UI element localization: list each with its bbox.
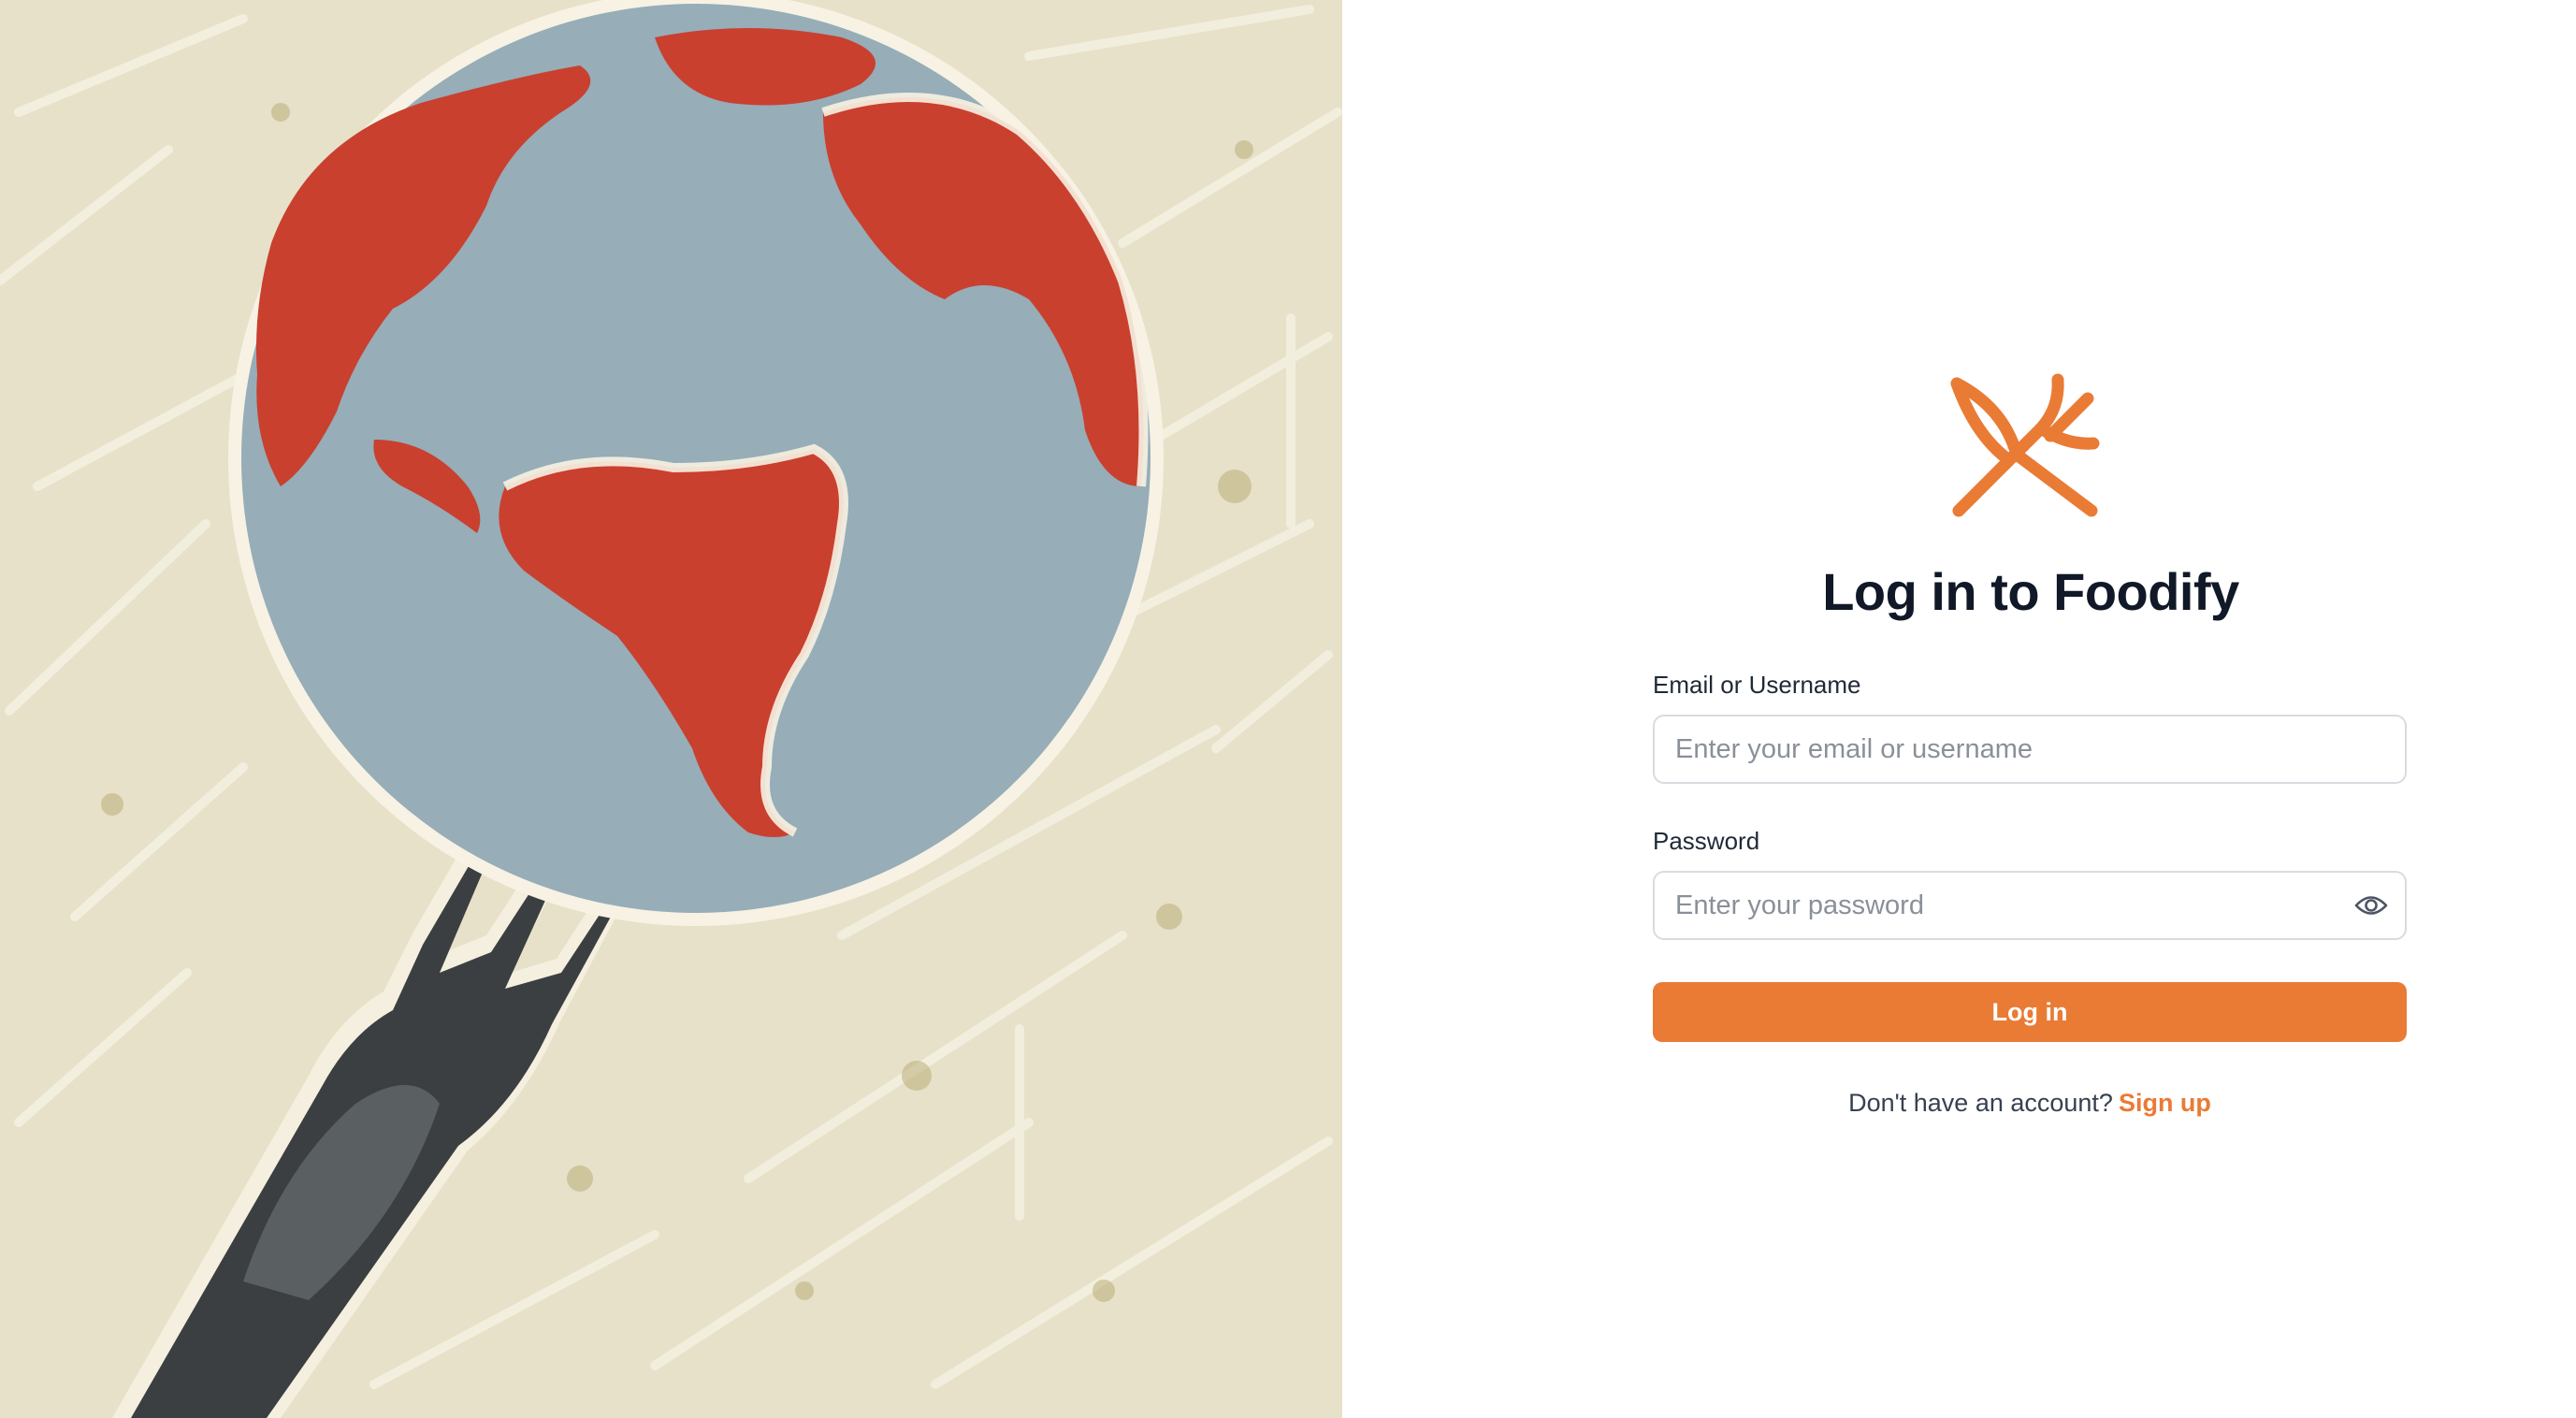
globe-on-fork-illustration — [0, 0, 1342, 1418]
email-field[interactable] — [1675, 716, 2367, 782]
login-page — [0, 0, 2576, 1418]
password-field-box[interactable] — [1653, 871, 2407, 940]
fork-knife-icon — [1947, 370, 2101, 524]
eye-icon[interactable] — [2354, 891, 2388, 919]
password-label: Password — [1653, 827, 1760, 855]
email-field-box[interactable] — [1653, 715, 2407, 784]
login-panel — [1342, 0, 2576, 1418]
signup-link[interactable]: Sign up — [2119, 1089, 2211, 1117]
password-field[interactable] — [1675, 873, 2367, 938]
signup-prompt: Don't have an account? — [1848, 1089, 2113, 1117]
signup-row: Don't have an account? Sign up — [1653, 1089, 2407, 1118]
hero-illustration-panel — [0, 0, 1342, 1418]
page-title: Log in to Foodify — [1822, 562, 2239, 621]
login-button[interactable]: Log in — [1653, 982, 2407, 1042]
email-label: Email or Username — [1653, 671, 1861, 699]
